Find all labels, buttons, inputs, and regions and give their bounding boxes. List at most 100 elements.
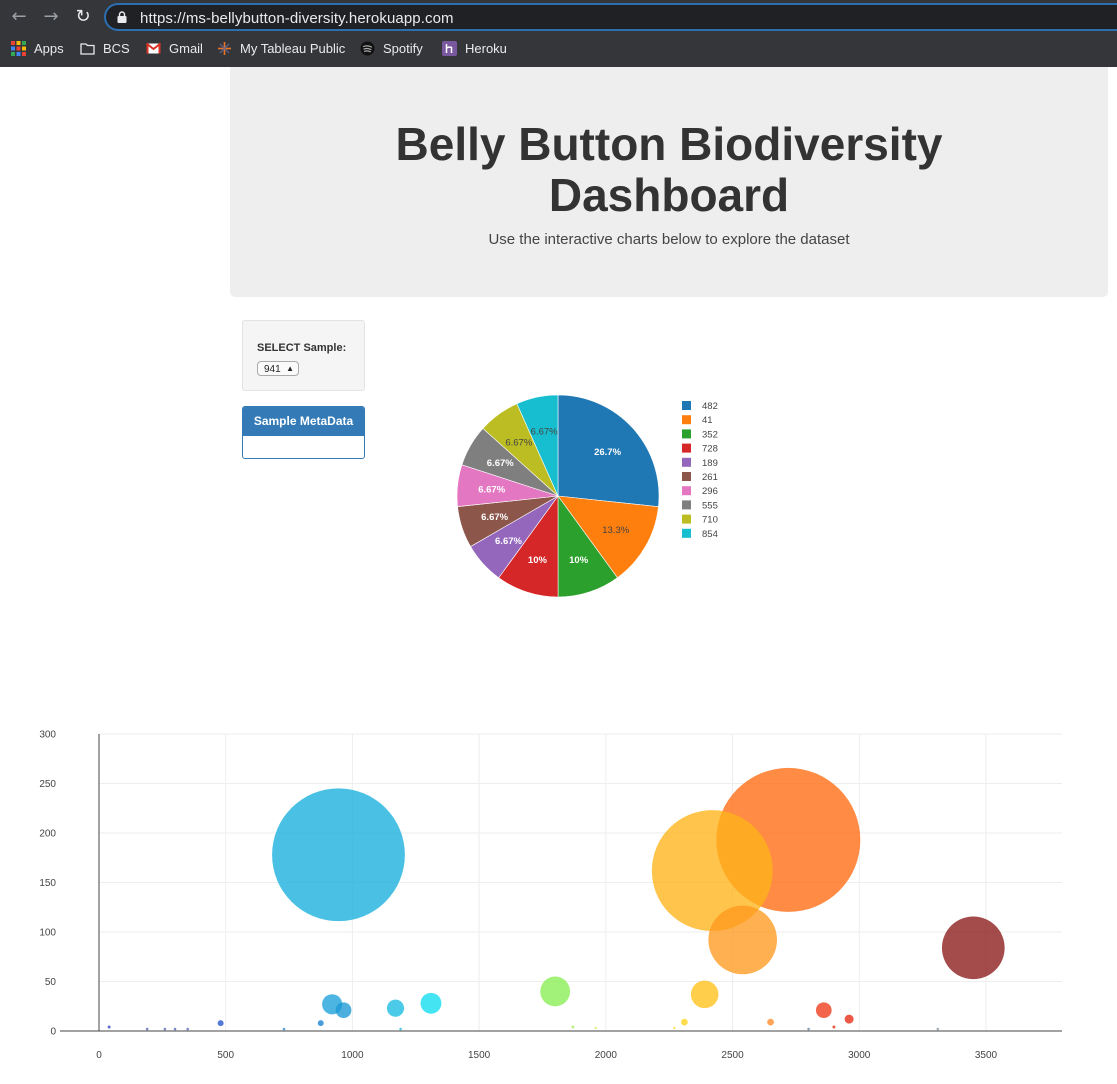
bubble-point[interactable] — [145, 1027, 149, 1031]
bubble-point[interactable] — [832, 1025, 836, 1029]
heroku-icon — [442, 41, 457, 56]
bookmark-label: Apps — [34, 41, 64, 56]
select-arrows-icon: ▲ — [286, 364, 294, 373]
y-tick-label: 100 — [39, 928, 56, 939]
bubble-point[interactable] — [317, 1020, 324, 1027]
bubble-point[interactable] — [217, 1020, 224, 1027]
x-tick-label: 2000 — [595, 1050, 618, 1061]
url-text: https://ms-bellybutton-diversity.herokua… — [140, 10, 454, 27]
spotify-icon — [360, 41, 375, 56]
bubble-point[interactable] — [672, 1026, 676, 1030]
bubble-point[interactable] — [571, 1025, 575, 1029]
pie-legend: 482 41 352 728 189 261 296 555 710 854 — [682, 401, 718, 540]
bookmark-heroku[interactable]: Heroku — [442, 40, 507, 58]
y-tick-label: 200 — [39, 829, 56, 840]
legend-entry: 352 — [702, 429, 718, 440]
bookmark-spotify[interactable]: Spotify — [360, 40, 423, 58]
pie-value-label: 6.67% — [481, 512, 508, 523]
bookmark-apps[interactable]: Apps — [11, 40, 64, 58]
bubble-point[interactable] — [767, 1018, 774, 1026]
bubble-point[interactable] — [282, 1027, 286, 1031]
pie-value-label: 10% — [569, 555, 589, 566]
y-tick-label: 0 — [50, 1027, 56, 1038]
bubble-point[interactable] — [335, 1002, 352, 1019]
legend-swatch — [682, 401, 691, 410]
sample-metadata-panel: Sample MetaData — [242, 406, 365, 459]
pie-slices — [456, 394, 660, 598]
bubble-point[interactable] — [807, 1027, 810, 1031]
x-tick-label: 2500 — [721, 1050, 744, 1061]
bubble-point[interactable] — [594, 1026, 598, 1030]
legend-swatch — [682, 415, 691, 425]
bubble-grid — [99, 733, 1062, 1031]
sample-select-dropdown[interactable]: 941 ▲ — [257, 361, 299, 376]
pie-value-label: 6.67% — [495, 536, 522, 547]
pie-chart: 26.7%13.3%10%10%6.67%6.67%6.67%6.67%6.67… — [456, 394, 718, 598]
bookmark-label: Heroku — [465, 41, 507, 56]
bubble-point[interactable] — [107, 1025, 111, 1029]
apps-grid-icon — [11, 41, 26, 56]
bubble-point[interactable] — [681, 1018, 688, 1026]
x-tick-label: 3500 — [975, 1050, 998, 1061]
y-tick-label: 50 — [45, 977, 57, 988]
bookmark-gmail[interactable]: Gmail — [146, 40, 203, 58]
bookmark-label: Spotify — [383, 41, 423, 56]
folder-icon — [80, 43, 95, 55]
bubble-point[interactable] — [163, 1027, 167, 1031]
forward-arrow-icon[interactable]: → — [40, 6, 62, 28]
legend-entry: 261 — [702, 472, 718, 483]
address-bar[interactable]: https://ms-bellybutton-diversity.herokua… — [104, 3, 1117, 31]
y-tick-label: 250 — [39, 779, 56, 790]
sample-select-label: SELECT Sample: — [257, 342, 347, 354]
bubble-point[interactable] — [173, 1027, 177, 1031]
bubble-axes: 0501001502002503000 500 1000 1500 2000 2500 30… — [39, 730, 1062, 1061]
bookmark-label: BCS — [103, 41, 130, 56]
x-tick-label: 500 — [217, 1050, 234, 1061]
legend-entry: 728 — [702, 444, 718, 455]
bubble-point[interactable] — [690, 980, 719, 1009]
pie-value-label: 6.67% — [531, 426, 558, 437]
bubble-point[interactable] — [815, 1002, 832, 1019]
page-title-line2: Dashboard — [548, 169, 790, 221]
bookmark-tableau[interactable]: My Tableau Public — [217, 40, 345, 58]
lock-icon — [117, 11, 127, 23]
pie-value-label: 6.67% — [505, 438, 532, 449]
legend-entry: 41 — [702, 415, 713, 426]
x-tick-label: 3000 — [848, 1050, 871, 1061]
bubble-point[interactable] — [540, 976, 571, 1007]
browser-chrome: ← → ↻ https://ms-bellybutton-diversity.h… — [0, 0, 1117, 67]
bubble-point[interactable] — [844, 1014, 854, 1024]
bookmark-bcs[interactable]: BCS — [80, 40, 130, 58]
browser-toolbar: ← → ↻ https://ms-bellybutton-diversity.h… — [0, 0, 1117, 34]
sample-metadata-title: Sample MetaData — [243, 407, 364, 436]
pie-value-label: 6.67% — [487, 458, 514, 469]
legend-entry: 710 — [702, 515, 718, 526]
bubble-point[interactable] — [941, 916, 1005, 980]
sample-select-value: 941 — [264, 364, 281, 375]
back-arrow-icon[interactable]: ← — [8, 6, 30, 28]
legend-entry: 482 — [702, 401, 718, 412]
x-tick-label: 0 — [96, 1050, 102, 1061]
legend-entry: 555 — [702, 500, 718, 511]
legend-swatch — [682, 457, 691, 467]
legend-swatch — [682, 429, 691, 439]
gmail-icon — [146, 42, 161, 54]
legend-swatch — [682, 514, 691, 524]
reload-icon[interactable]: ↻ — [72, 6, 94, 28]
bubble-point[interactable] — [386, 999, 405, 1017]
legend-entry: 854 — [702, 529, 718, 540]
bubble-point[interactable] — [936, 1027, 940, 1031]
legend-entry: 296 — [702, 486, 718, 497]
bubble-point[interactable] — [272, 788, 405, 922]
bubble-point[interactable] — [186, 1027, 189, 1031]
x-tick-label: 1000 — [341, 1050, 364, 1061]
bubble-point[interactable] — [420, 992, 442, 1014]
legend-swatch — [682, 472, 691, 481]
page-title-line1: Belly Button Biodiversity — [395, 118, 943, 170]
y-tick-label: 150 — [39, 878, 56, 889]
bubble-point[interactable] — [399, 1027, 402, 1031]
bubble-point[interactable] — [708, 905, 778, 975]
legend-swatch — [682, 443, 691, 453]
bookmark-label: Gmail — [169, 41, 203, 56]
pie-value-label: 6.67% — [478, 485, 505, 496]
